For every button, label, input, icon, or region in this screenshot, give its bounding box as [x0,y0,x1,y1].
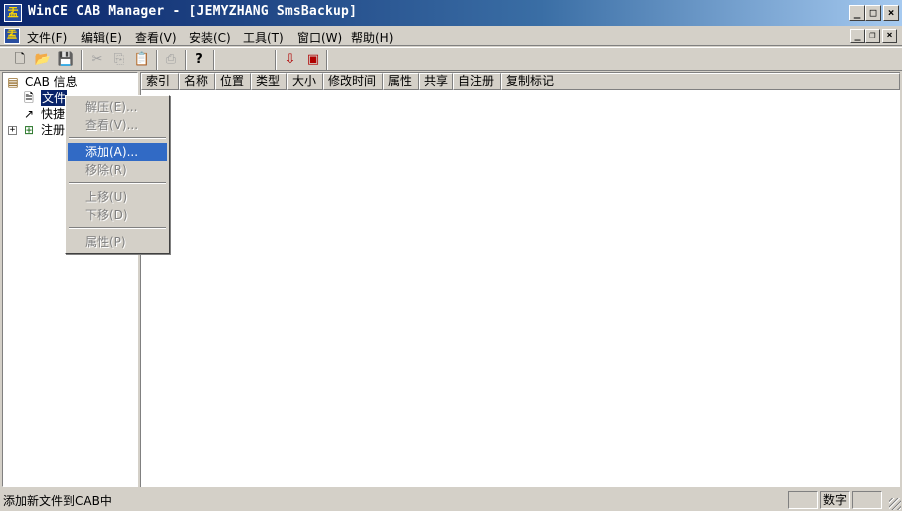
menu-separator [69,182,166,184]
column-header-modified[interactable]: 修改时间 [323,73,383,90]
menu-install[interactable]: 安装(C) [189,29,231,46]
cab-info-icon: ▤ [7,75,19,89]
column-header-type[interactable]: 类型 [251,73,287,90]
column-header-attributes[interactable]: 属性 [383,73,419,90]
toolbar-separator [81,50,83,70]
menu-window[interactable]: 窗口(W) [297,29,342,46]
tree-node-label: 注册 [41,123,66,137]
doc-close-button[interactable]: × [882,29,897,43]
cut-icon[interactable]: ✂ [87,50,107,70]
status-text: 添加新文件到CAB中 [3,494,112,508]
toolbar-separator [213,50,215,70]
maximize-button[interactable]: □ [865,5,881,21]
save-icon[interactable]: 💾 [56,50,76,70]
status-bar: 添加新文件到CAB中 数字 [0,489,902,511]
install-icon[interactable]: ⇩ [280,50,300,70]
menu-item-remove[interactable]: 移除(R) [68,161,167,179]
build-cab-icon[interactable]: ▣ [303,50,323,70]
menu-tools[interactable]: 工具(T) [243,29,284,46]
toolbar-separator [275,50,277,70]
toolbar-separator [156,50,158,70]
menu-edit[interactable]: 编辑(E) [81,29,122,46]
menu-help[interactable]: 帮助(H) [351,29,393,46]
expand-registry-button[interactable]: + [8,126,17,135]
toolbar: 🗋 📂 💾 ✂ ⎘ 📋 ⎙ ? ⇩ ▣ [0,47,902,71]
column-header-index[interactable]: 索引 [141,73,179,90]
menu-file[interactable]: 文件(F) [27,29,67,46]
doc-restore-button[interactable]: ❐ [865,29,880,43]
menu-item-properties[interactable]: 属性(P) [68,233,167,251]
menu-item-move-down[interactable]: 下移(D) [68,206,167,224]
cab-manager-icon[interactable]: 盂 [4,4,22,22]
tree-node-label: CAB 信息 [25,75,78,89]
column-header-copy-flags[interactable]: 复制标记 [501,73,900,90]
column-header-shared[interactable]: 共享 [419,73,453,90]
help-icon[interactable]: ? [189,50,209,70]
menu-view[interactable]: 查看(V) [135,29,177,46]
context-menu: 解压(E)... 查看(V)... 添加(A)... 移除(R) 上移(U) 下… [65,95,170,254]
window-title: WinCE CAB Manager - [JEMYZHANG SmsBackup… [28,4,358,19]
status-pane-caps [788,491,818,509]
shortcuts-icon: ↗ [23,107,35,121]
new-file-icon[interactable]: 🗋 [10,50,30,70]
column-header-self-register[interactable]: 自注册 [453,73,501,90]
tree-node-label: 文件 [41,90,68,106]
close-button[interactable]: × [883,5,899,21]
menu-item-move-up[interactable]: 上移(U) [68,188,167,206]
document-system-menu-icon[interactable]: 盂 [4,28,20,44]
title-bar[interactable]: 盂 WinCE CAB Manager - [JEMYZHANG SmsBack… [0,0,902,26]
menu-bar: 盂 文件(F) 编辑(E) 查看(V) 安装(C) 工具(T) 窗口(W) 帮助… [0,26,902,46]
toolbar-separator [185,50,187,70]
status-pane-num: 数字 [820,491,850,509]
files-icon: 🗎 [24,91,34,105]
status-pane-scroll [852,491,882,509]
resize-grip[interactable] [889,498,901,510]
print-icon[interactable]: ⎙ [161,50,181,70]
column-header-location[interactable]: 位置 [215,73,251,90]
minimize-button[interactable]: _ [849,5,865,21]
menu-separator [69,137,166,139]
registry-icon: ⊞ [23,123,35,137]
open-folder-icon[interactable]: 📂 [33,50,53,70]
column-header-size[interactable]: 大小 [287,73,323,90]
paste-icon[interactable]: 📋 [132,50,152,70]
menu-item-add[interactable]: 添加(A)... [68,143,167,161]
menu-item-extract[interactable]: 解压(E)... [68,98,167,116]
file-list-view[interactable]: 索引 名称 位置 类型 大小 修改时间 属性 共享 自注册 复制标记 [140,72,900,487]
column-header-name[interactable]: 名称 [179,73,215,90]
copy-icon[interactable]: ⎘ [109,50,129,70]
cab-manager-window: 盂 WinCE CAB Manager - [JEMYZHANG SmsBack… [0,0,902,511]
menu-item-view[interactable]: 查看(V)... [68,116,167,134]
menu-separator [69,227,166,229]
toolbar-separator [326,50,328,70]
doc-minimize-button[interactable]: _ [850,29,865,43]
tree-node-label: 快捷 [41,107,66,121]
